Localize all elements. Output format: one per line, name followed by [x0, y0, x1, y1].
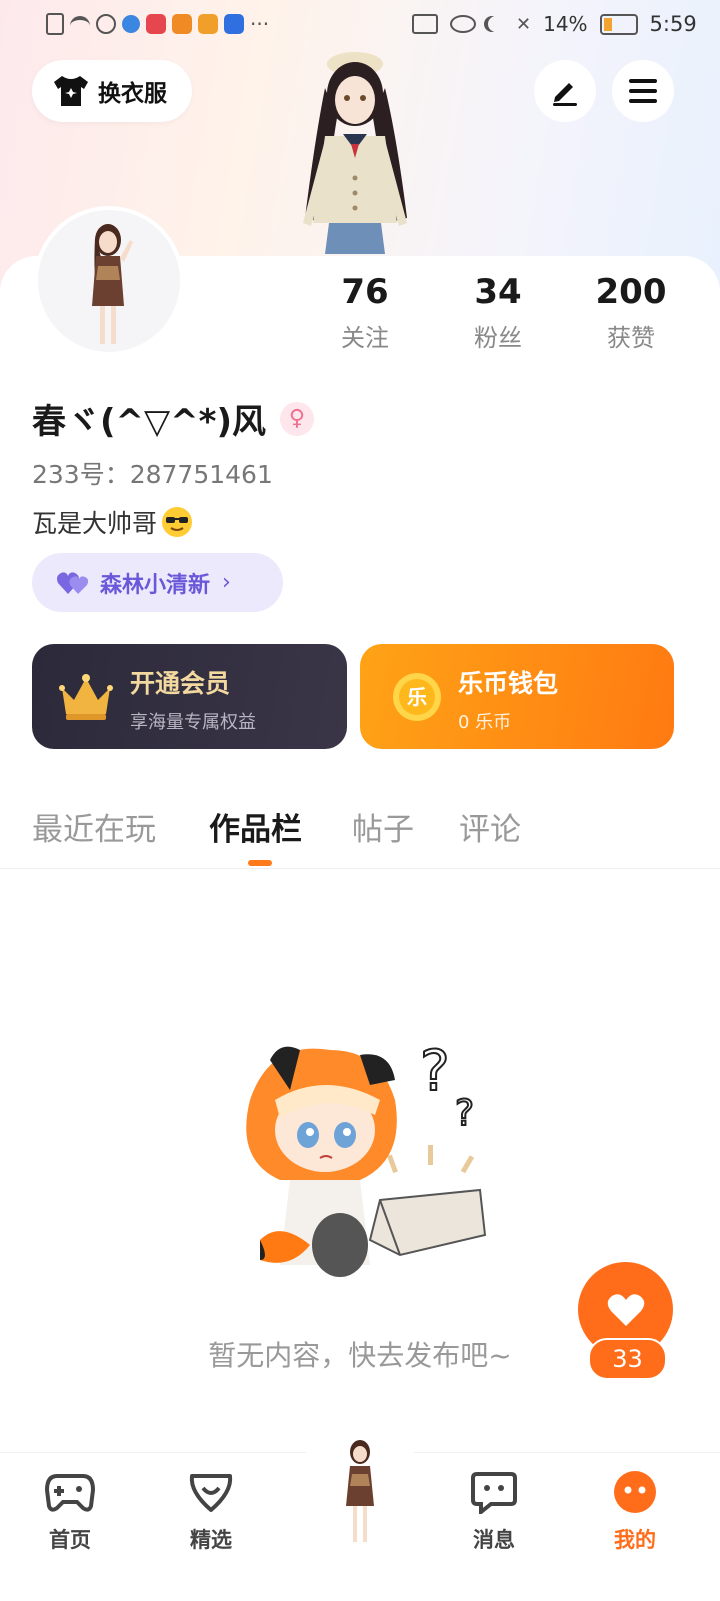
sunglasses-emoji-icon [162, 507, 193, 537]
more-notifications-icon: ··· [250, 12, 270, 36]
tips-app-icon [224, 14, 244, 34]
coin-char: 乐 [407, 685, 427, 709]
username-row: 春ヾ(^▽^*)风 ♀ [32, 394, 314, 443]
wallet-card[interactable]: 乐 乐币钱包 0 乐币 [360, 644, 674, 749]
bio-row: 瓦是大帅哥 [32, 504, 193, 540]
edit-profile-button[interactable] [534, 60, 596, 122]
clock: 5:59 [649, 12, 697, 36]
system-icons: ✕ 14% 5:59 [412, 12, 697, 36]
avatar-icon[interactable] [320, 1438, 402, 1548]
tab-recently-played[interactable]: 最近在玩 [32, 804, 156, 849]
tab-comments[interactable]: 评论 [459, 804, 521, 849]
wallet-title: 乐币钱包 [458, 669, 559, 698]
female-gender-icon: ♀ [279, 401, 314, 436]
profile-face-icon [614, 1471, 656, 1513]
likes-stat[interactable]: 200 获赞 [571, 272, 691, 353]
svg-text:?: ? [420, 1039, 450, 1104]
alert-icon [46, 13, 64, 35]
nav-me-label: 我的 [614, 1528, 656, 1552]
notification-icons: ··· [46, 12, 269, 36]
battery-percent: 14% [543, 12, 588, 36]
style-tag-label: 森林小清新 [100, 572, 211, 598]
nav-me[interactable]: 我的 [590, 1470, 680, 1554]
username: 春ヾ(^▽^*)风 [32, 402, 266, 442]
double-heart-icon [57, 571, 89, 594]
heart-icon [607, 1293, 644, 1326]
battery-icon [599, 13, 638, 35]
avatar[interactable] [34, 206, 184, 356]
change-outfit-button[interactable]: 换衣服 [32, 60, 192, 122]
likes-label: 获赞 [607, 324, 655, 352]
nav-featured[interactable]: 精选 [166, 1470, 256, 1554]
menu-button[interactable] [612, 60, 674, 122]
active-tab-indicator [248, 860, 272, 866]
crown-icon [59, 674, 113, 720]
chevron-right-icon: › [222, 570, 231, 595]
profile-tabs: 最近在玩 作品栏 帖子 评论 [0, 800, 720, 869]
vip-subtitle: 享海量专属权益 [130, 712, 256, 733]
likes-count: 200 [595, 272, 667, 312]
fans-stat[interactable]: 34 粉丝 [438, 272, 558, 353]
heart-shield-icon [189, 1474, 233, 1512]
nav-featured-label: 精选 [190, 1528, 232, 1552]
vip-title: 开通会员 [130, 669, 231, 698]
browser-icon [122, 15, 140, 33]
bell-muted-icon: ✕ [516, 13, 532, 35]
pen-icon [553, 83, 577, 106]
vip-membership-card[interactable]: 开通会员 享海量专属权益 [32, 644, 347, 749]
bio-text: 瓦是大帅哥 [32, 509, 158, 538]
status-bar: ··· ✕ 14% 5:59 [0, 0, 720, 48]
following-label: 关注 [341, 324, 389, 352]
gamepad-icon [44, 1474, 96, 1512]
avatar-figure [92, 224, 133, 344]
following-stat[interactable]: 76 关注 [305, 272, 425, 353]
tshirt-icon [54, 76, 88, 106]
video-app-icon [172, 14, 192, 34]
like-count-badge: 33 [588, 1338, 667, 1380]
coin-icon: 乐 [393, 673, 441, 721]
data-saver-icon [96, 14, 116, 34]
nav-messages-label: 消息 [473, 1528, 515, 1552]
fans-label: 粉丝 [474, 324, 522, 352]
tab-posts[interactable]: 帖子 [352, 804, 414, 849]
wifi-icon [70, 16, 90, 32]
following-count: 76 [341, 272, 389, 312]
style-tag-button[interactable]: 森林小清新 › [32, 553, 283, 612]
hamburger-menu-icon [629, 79, 657, 103]
moon-icon [488, 16, 504, 32]
nav-home-label: 首页 [49, 1528, 91, 1552]
chat-bubble-icon [471, 1472, 517, 1517]
empty-state-illustration: ? ? [246, 1038, 487, 1277]
nav-messages[interactable]: 消息 [449, 1470, 539, 1554]
wallet-balance: 0 乐币 [458, 712, 512, 733]
user-id[interactable]: 233号：287751461 [32, 455, 273, 491]
svg-text:?: ? [455, 1093, 474, 1134]
eye-icon [450, 15, 476, 33]
message-app-icon [198, 14, 218, 34]
cast-icon [412, 14, 438, 34]
change-outfit-label: 换衣服 [98, 81, 167, 107]
nav-home[interactable]: 首页 [25, 1470, 115, 1554]
tab-works[interactable]: 作品栏 [209, 804, 302, 849]
calendar-app-icon [146, 14, 166, 34]
fans-count: 34 [474, 272, 522, 312]
avatar-3d-figure[interactable] [285, 48, 425, 260]
